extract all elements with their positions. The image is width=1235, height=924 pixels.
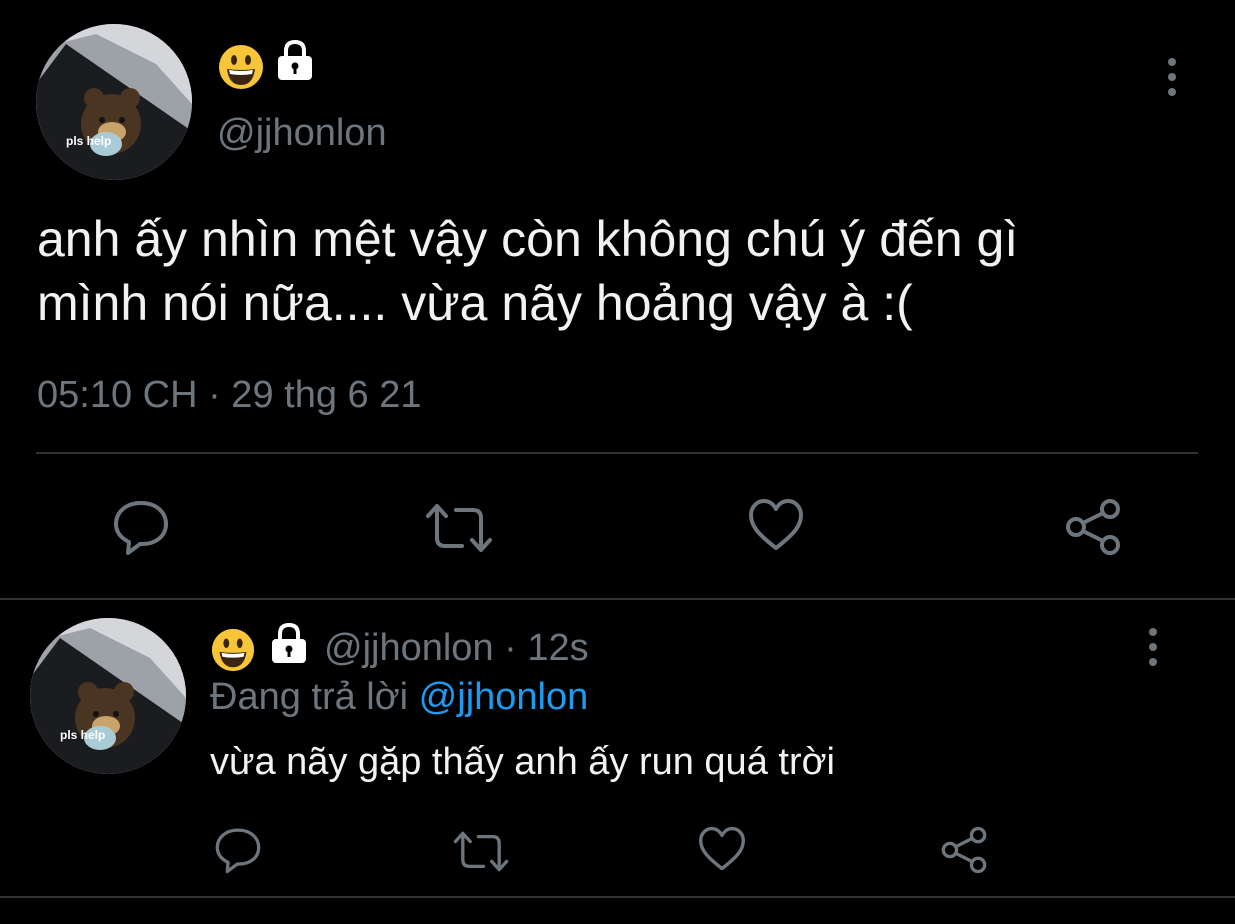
reply-header: @jjhonlon · 12s [324, 627, 589, 670]
like-icon[interactable] [748, 498, 804, 552]
tweet-text-line-2: mình nói nữa.... vừa nãy hoảng vậy à :( [37, 275, 913, 331]
avatar[interactable]: pls help [30, 618, 186, 774]
retweet-icon[interactable] [424, 502, 494, 554]
reply-icon[interactable] [112, 498, 170, 556]
share-icon[interactable] [1064, 498, 1122, 556]
retweet-icon[interactable] [452, 830, 510, 873]
reply-text: vừa nãy gặp thấy anh ấy run quá trời [210, 741, 835, 783]
replying-prefix: Đang trả lời [210, 676, 409, 718]
meta-separator: · [504, 627, 517, 669]
user-handle[interactable]: @jjhonlon [217, 112, 387, 155]
avatar-label: pls help [66, 134, 112, 148]
like-icon[interactable] [698, 826, 746, 872]
lock-icon [273, 39, 317, 83]
user-handle[interactable]: @jjhonlon [324, 627, 494, 669]
avatar-image [36, 24, 192, 180]
grinning-face-emoji [210, 627, 256, 673]
tweet-timestamp: 05:10 CH · 29 thg 6 21 [37, 374, 422, 416]
tweet-separator [0, 598, 1235, 600]
tweet-separator [0, 896, 1235, 898]
avatar[interactable]: pls help [36, 24, 192, 180]
lock-icon [267, 622, 311, 666]
divider [36, 452, 1198, 454]
tweet-time: 12s [527, 627, 589, 669]
avatar-label: pls help [60, 728, 106, 742]
avatar-image [30, 618, 186, 774]
replying-to: Đang trả lời @jjhonlon [210, 676, 588, 719]
grinning-face-emoji [217, 43, 265, 91]
more-options-icon[interactable] [1141, 628, 1165, 673]
tweet-text-line-1: anh ấy nhìn mệt vậy còn không chú ý đến … [37, 211, 1019, 267]
reply-icon[interactable] [214, 826, 262, 874]
replying-to-link[interactable]: @jjhonlon [419, 676, 589, 718]
share-icon[interactable] [940, 826, 988, 874]
more-options-icon[interactable] [1160, 58, 1184, 103]
